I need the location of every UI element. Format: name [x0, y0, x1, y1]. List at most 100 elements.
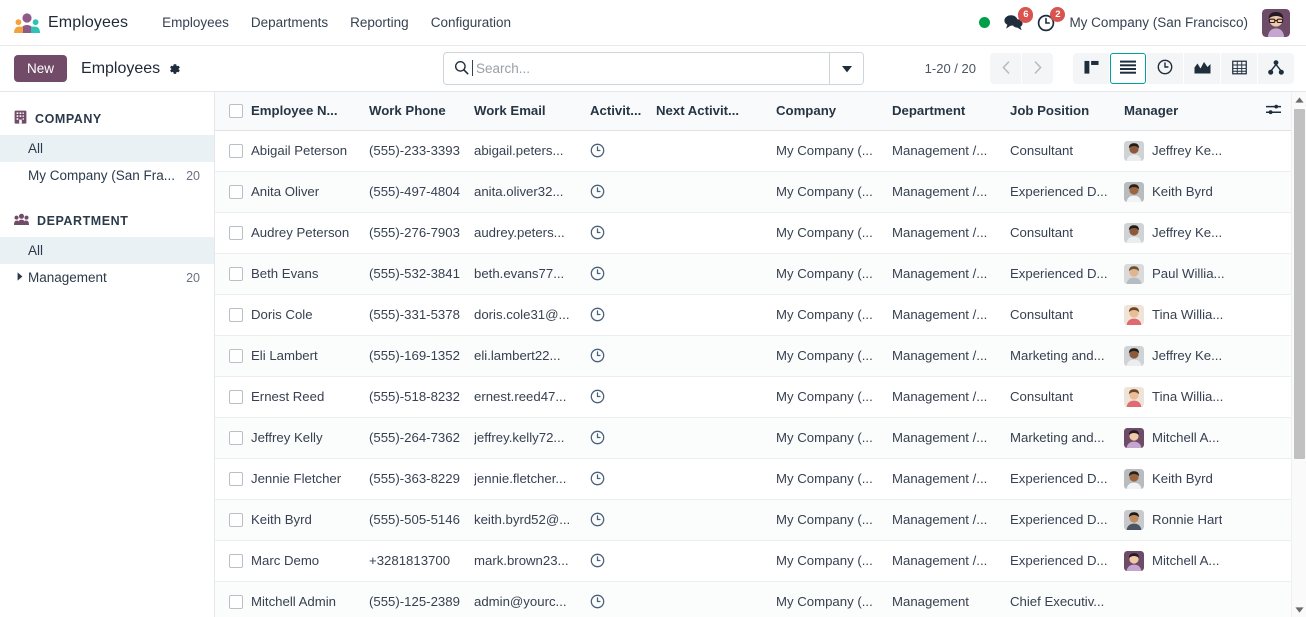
- row-checkbox-cell[interactable]: [215, 253, 251, 295]
- table-row[interactable]: Doris Cole (555)-331-5378 doris.cole31@...…: [215, 294, 1296, 336]
- row-checkbox-cell[interactable]: [215, 335, 251, 377]
- cell-activity[interactable]: [590, 499, 656, 541]
- search-input[interactable]: Search...: [444, 53, 829, 84]
- row-checkbox-cell[interactable]: [215, 376, 251, 418]
- cell-activity[interactable]: [590, 581, 656, 617]
- menu-item-departments[interactable]: Departments: [241, 9, 338, 36]
- table-row[interactable]: Beth Evans (555)-532-3841 beth.evans77... M…: [215, 253, 1296, 295]
- column-header-activities[interactable]: Activit...: [590, 92, 656, 131]
- table-row[interactable]: Anita Oliver (555)-497-4804 anita.oliver32…: [215, 171, 1296, 213]
- column-header-job-position[interactable]: Job Position: [1010, 92, 1124, 131]
- row-checkbox-cell[interactable]: [215, 458, 251, 500]
- row-checkbox-cell[interactable]: [215, 130, 251, 172]
- view-button-activity[interactable]: [1147, 53, 1183, 84]
- view-button-kanban[interactable]: [1073, 53, 1109, 84]
- column-header-company[interactable]: Company: [776, 92, 892, 131]
- table-row[interactable]: Keith Byrd (555)-505-5146 keith.byrd52@...…: [215, 499, 1296, 541]
- scroll-up-arrow[interactable]: [1292, 92, 1306, 107]
- row-checkbox-cell[interactable]: [215, 499, 251, 541]
- clock-icon[interactable]: [590, 553, 650, 568]
- select-all-header[interactable]: [215, 92, 251, 131]
- row-checkbox-cell[interactable]: [215, 294, 251, 336]
- row-checkbox-cell[interactable]: [215, 581, 251, 617]
- sidebar-item-department-all[interactable]: All: [0, 237, 214, 264]
- app-brand[interactable]: Employees: [10, 12, 138, 34]
- view-button-graph[interactable]: [1184, 53, 1220, 84]
- search-bar[interactable]: Search...: [443, 52, 864, 85]
- clock-icon[interactable]: [590, 594, 650, 609]
- checkbox-unchecked-icon[interactable]: [229, 103, 243, 118]
- table-row[interactable]: Mitchell Admin (555)-125-2389 admin@yourc.…: [215, 581, 1296, 617]
- cell-activity[interactable]: [590, 540, 656, 582]
- clock-icon[interactable]: [590, 512, 650, 527]
- column-header-manager[interactable]: Manager: [1124, 92, 1260, 131]
- clock-icon[interactable]: [590, 348, 650, 363]
- sidebar-item-company-all[interactable]: All: [0, 135, 214, 162]
- cell-activity[interactable]: [590, 171, 656, 213]
- checkbox-unchecked-icon[interactable]: [229, 430, 243, 445]
- cell-activity[interactable]: [590, 294, 656, 336]
- checkbox-unchecked-icon[interactable]: [229, 225, 243, 240]
- caret-right-icon[interactable]: [17, 272, 23, 283]
- view-button-list[interactable]: [1110, 53, 1146, 84]
- checkbox-unchecked-icon[interactable]: [229, 307, 243, 322]
- checkbox-unchecked-icon[interactable]: [229, 184, 243, 199]
- table-row[interactable]: Eli Lambert (555)-169-1352 eli.lambert22..…: [215, 335, 1296, 377]
- user-avatar[interactable]: [1262, 8, 1290, 37]
- checkbox-unchecked-icon[interactable]: [229, 143, 243, 158]
- cell-activity[interactable]: [590, 458, 656, 500]
- cell-activity[interactable]: [590, 212, 656, 254]
- checkbox-unchecked-icon[interactable]: [229, 594, 243, 609]
- checkbox-unchecked-icon[interactable]: [229, 266, 243, 281]
- view-button-pivot[interactable]: [1221, 53, 1257, 84]
- clock-icon[interactable]: [590, 143, 650, 158]
- table-row[interactable]: Audrey Peterson (555)-276-7903 audrey.pete…: [215, 212, 1296, 254]
- clock-icon[interactable]: [590, 471, 650, 486]
- activities-button[interactable]: 2: [1037, 6, 1066, 32]
- row-checkbox-cell[interactable]: [215, 212, 251, 254]
- cell-activity[interactable]: [590, 417, 656, 459]
- checkbox-unchecked-icon[interactable]: [229, 471, 243, 486]
- table-row[interactable]: Abigail Peterson (555)-233-3393 abigail.pe…: [215, 130, 1296, 172]
- view-button-org-chart[interactable]: [1258, 53, 1294, 84]
- column-header-next-activity[interactable]: Next Activit...: [656, 92, 776, 131]
- row-checkbox-cell[interactable]: [215, 171, 251, 213]
- clock-icon[interactable]: [590, 184, 650, 199]
- search-dropdown-toggle[interactable]: [829, 53, 863, 84]
- checkbox-unchecked-icon[interactable]: [229, 553, 243, 568]
- checkbox-unchecked-icon[interactable]: [229, 348, 243, 363]
- clock-icon[interactable]: [590, 225, 650, 240]
- sidebar-item-company-my-company[interactable]: My Company (San Fra... 20: [0, 162, 214, 189]
- row-checkbox-cell[interactable]: [215, 540, 251, 582]
- clock-icon[interactable]: [590, 266, 650, 281]
- presence-dot-online-icon[interactable]: [979, 17, 991, 28]
- pager-previous-button[interactable]: [990, 53, 1021, 84]
- scroll-down-arrow[interactable]: [1292, 602, 1306, 617]
- table-row[interactable]: Ernest Reed (555)-518-8232 ernest.reed47..…: [215, 376, 1296, 418]
- gear-icon[interactable]: [167, 62, 181, 76]
- checkbox-unchecked-icon[interactable]: [229, 389, 243, 404]
- menu-item-employees[interactable]: Employees: [152, 9, 239, 36]
- row-checkbox-cell[interactable]: [215, 417, 251, 459]
- vertical-scrollbar[interactable]: [1291, 92, 1306, 617]
- clock-icon[interactable]: [590, 307, 650, 322]
- cell-activity[interactable]: [590, 376, 656, 418]
- menu-item-reporting[interactable]: Reporting: [340, 9, 419, 36]
- table-row[interactable]: Jennie Fletcher (555)-363-8229 jennie.flet…: [215, 458, 1296, 500]
- checkbox-unchecked-icon[interactable]: [229, 512, 243, 527]
- cell-activity[interactable]: [590, 253, 656, 295]
- pager-next-button[interactable]: [1022, 53, 1053, 84]
- column-header-department[interactable]: Department: [892, 92, 1010, 131]
- clock-icon[interactable]: [590, 389, 650, 404]
- cell-activity[interactable]: [590, 130, 656, 172]
- table-row[interactable]: Marc Demo +3281813700 mark.brown23... My Co…: [215, 540, 1296, 582]
- pager-range[interactable]: 1-20 / 20: [925, 61, 976, 76]
- menu-item-configuration[interactable]: Configuration: [421, 9, 521, 36]
- column-header-work-email[interactable]: Work Email: [474, 92, 590, 131]
- company-switcher[interactable]: My Company (San Francisco): [1069, 15, 1248, 30]
- clock-icon[interactable]: [590, 430, 650, 445]
- sidebar-item-department-management[interactable]: Management 20: [0, 264, 214, 291]
- column-header-employee-name[interactable]: Employee N...: [251, 92, 369, 131]
- table-row[interactable]: Jeffrey Kelly (555)-264-7362 jeffrey.kelly…: [215, 417, 1296, 459]
- new-button[interactable]: New: [14, 55, 68, 82]
